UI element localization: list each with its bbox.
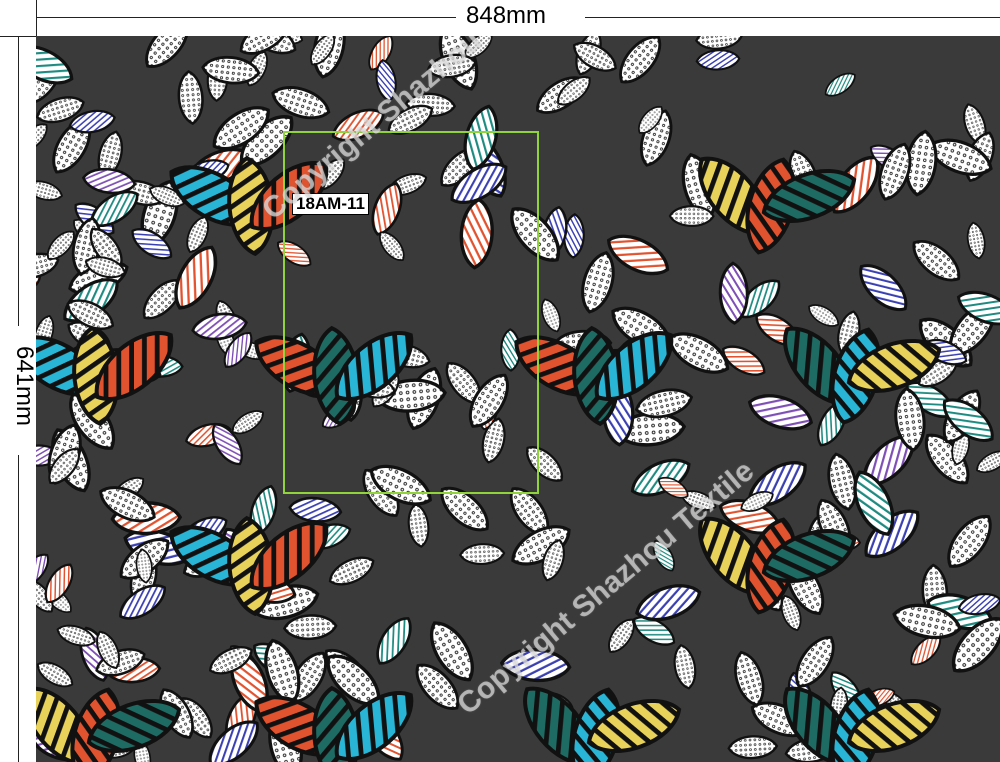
leaf-shape — [668, 205, 715, 228]
design-code-label: 18AM-11 — [292, 193, 369, 215]
leaf-pattern-image — [36, 36, 1000, 762]
height-dimension-label: 641mm — [10, 340, 38, 432]
left-dimension-line-top — [18, 36, 19, 326]
top-dimension-line-right — [585, 17, 1000, 18]
left-dimension-tick — [0, 36, 36, 37]
width-dimension-label: 848mm — [460, 2, 553, 30]
top-dimension-tick — [36, 0, 37, 36]
fabric-pattern-preview: 18AM-11 Copyright Shazhou Textile Copyri… — [36, 36, 1000, 762]
left-dimension-line-bottom — [18, 455, 19, 762]
top-dimension-line-left — [36, 17, 456, 18]
